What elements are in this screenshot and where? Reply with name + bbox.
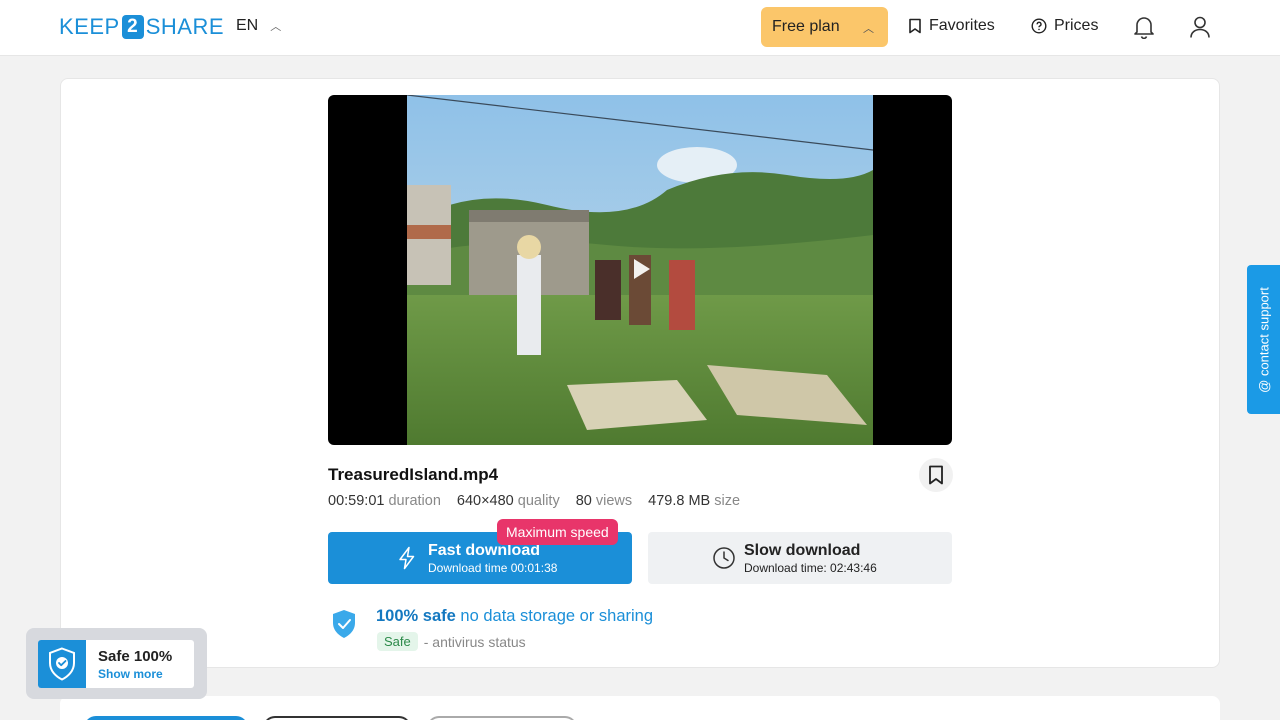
views-label: views [595,493,633,509]
meta-views: 80 views [576,493,632,509]
safe-widget-title: Safe 100% [98,648,173,665]
plan-label: Free plan [772,18,840,35]
meta-duration: 00:59:01 duration [328,493,441,509]
add-to-favorites-button[interactable] [919,458,953,492]
tab-pill-active[interactable] [84,716,248,720]
notifications-bell-icon[interactable] [1133,15,1155,44]
prices-link[interactable]: Prices [1031,17,1098,35]
duration-value: 00:59:01 [328,493,385,509]
contact-support-tab[interactable]: @ contact support [1247,265,1280,414]
bookmark-icon [929,465,943,485]
keep2share-logo[interactable]: KEEP 2 SHARE [59,14,224,40]
antivirus-status-text: - antivirus status [423,633,526,650]
favorites-label: Favorites [929,17,995,34]
slow-download-button[interactable]: Slow download Download time: 02:43:46 [648,532,952,584]
clock-icon [713,547,735,569]
safe-widget[interactable]: Safe 100% Show more [38,640,194,688]
language-label: EN [236,17,259,34]
bookmark-icon [909,18,921,34]
antivirus-status: Safe - antivirus status [377,632,526,651]
safety-headline: 100% safe no data storage or sharing [376,607,653,626]
fast-download-time: Download time 00:01:38 [428,561,558,575]
show-more-link[interactable]: Show more [98,667,163,681]
maximum-speed-badge: Maximum speed [497,519,618,545]
help-circle-icon [1031,18,1047,34]
prices-label: Prices [1054,17,1099,34]
logo-text-right: SHARE [145,14,224,39]
size-value: 479.8 MB [648,493,711,509]
slow-download-time: Download time: 02:43:46 [744,561,877,575]
language-selector[interactable]: EN ︿ [236,17,281,35]
quality-value: 640×480 [456,493,514,509]
free-plan-button[interactable]: Free plan ︿ [761,7,888,47]
shield-check-icon [38,640,86,688]
lightning-icon [399,546,415,570]
views-value: 80 [575,493,592,509]
quality-label: quality [517,493,560,509]
meta-quality: 640×480 quality [457,493,560,509]
tab-pill[interactable] [427,716,577,720]
user-account-icon[interactable] [1189,15,1211,44]
meta-size: 479.8 MB size [648,493,740,509]
slow-download-label: Slow download [744,542,861,559]
shield-check-icon [333,610,355,638]
favorites-link[interactable]: Favorites [908,17,995,35]
safe-status-chip: Safe [377,632,418,651]
file-meta: 00:59:01 duration 640×480 quality 80 vie… [328,493,740,509]
top-header: KEEP 2 SHARE EN ︿ Free plan ︿ Favorites … [0,0,1280,56]
tab-pill[interactable] [263,716,411,720]
file-name: TreasuredIsland.mp4 [328,465,499,484]
chevron-up-icon: ︿ [863,23,874,35]
logo-text-left: KEEP [59,14,120,39]
size-label: size [714,493,741,509]
play-icon[interactable] [634,259,650,279]
logo-digit: 2 [121,15,144,39]
safety-headline-rest: no data storage or sharing [460,607,654,625]
safety-headline-strong: 100% safe [376,607,456,625]
contact-support-label: @ contact support [1256,286,1271,393]
chevron-up-icon: ︿ [270,21,282,33]
duration-label: duration [388,493,441,509]
